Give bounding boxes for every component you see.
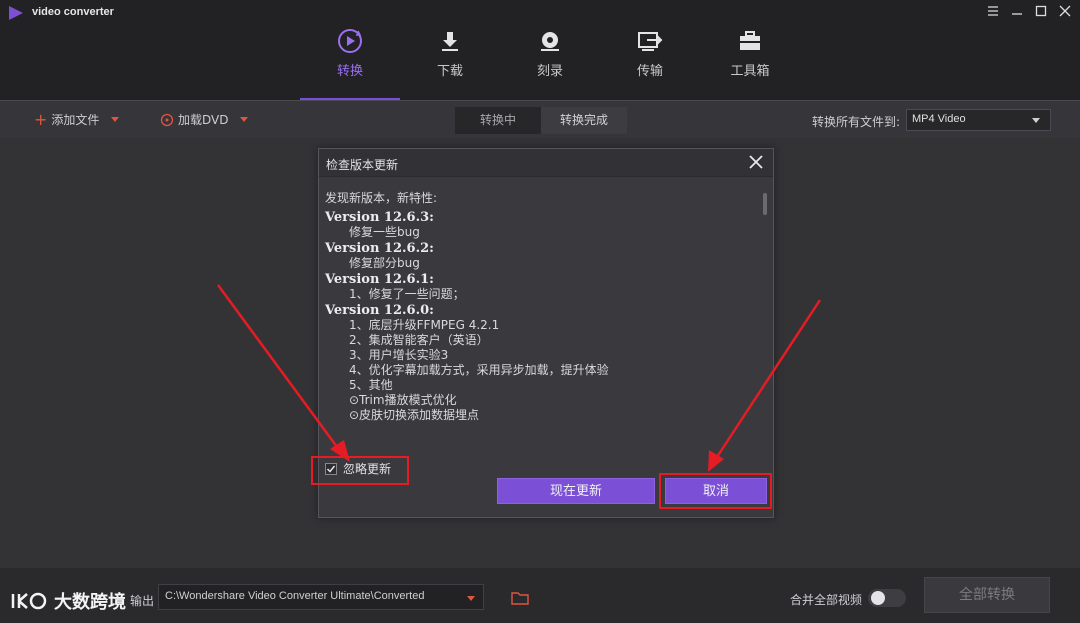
nav-label: 传输 — [636, 64, 663, 79]
output-format-select[interactable]: MP4 Video — [906, 109, 1051, 131]
convert-all-button[interactable]: 全部转换 — [924, 577, 1050, 613]
release-notes: 发现新版本，新特性: Version 12.6.3: 修复一些bug Versi… — [325, 189, 743, 449]
app-logo-icon — [9, 6, 23, 20]
watermark-logo-icon — [11, 592, 47, 610]
transfer-icon — [638, 32, 663, 51]
nav-label: 转换 — [336, 64, 363, 79]
release-note-item: 1、修复了一些问题； — [349, 287, 465, 301]
load-dvd-label: 加载DVD — [178, 113, 229, 127]
nav-burn[interactable]: 刻录 — [500, 26, 600, 100]
release-note-item: 修复部分bug — [349, 256, 420, 270]
nav-transfer[interactable]: 传输 — [600, 26, 700, 100]
bottom-bar: 大数跨境 输出 C:\Wondershare Video Converter U… — [0, 568, 1080, 623]
top-bar: video converter 转换 下载 刻录 传输 工具箱 — [0, 0, 1080, 100]
version-heading: Version 12.6.0: — [325, 303, 434, 318]
merge-all-label: 合并全部视频 — [790, 593, 863, 607]
output-path-select[interactable]: C:\Wondershare Video Converter Ultimate\… — [158, 584, 484, 610]
convert-all-to-label: 转换所有文件到: — [812, 115, 901, 129]
release-intro: 发现新版本，新特性: — [325, 191, 438, 205]
burn-disc-icon — [541, 32, 559, 51]
maximize-icon[interactable] — [1032, 2, 1050, 20]
nav-convert[interactable]: 转换 — [300, 26, 400, 100]
dvd-icon — [160, 113, 174, 126]
output-format-value: MP4 Video — [912, 113, 966, 125]
output-label: 输出 — [130, 594, 155, 608]
close-icon[interactable] — [747, 153, 765, 171]
menu-icon[interactable] — [984, 2, 1002, 20]
watermark: 大数跨境 — [10, 588, 126, 614]
download-icon — [442, 32, 458, 51]
nav-toolbox[interactable]: 工具箱 — [700, 26, 800, 100]
toolbox-icon — [740, 31, 760, 50]
close-icon[interactable] — [1056, 2, 1074, 20]
chevron-down-icon — [1032, 118, 1040, 123]
chevron-down-icon[interactable] — [111, 117, 120, 122]
convert-icon — [338, 29, 362, 53]
release-note-item: ⊙Trim播放模式优化 — [349, 393, 457, 407]
chevron-down-icon — [467, 596, 475, 601]
release-note-item: 修复一些bug — [349, 225, 420, 239]
load-dvd-button[interactable]: 加载DVD — [160, 111, 249, 128]
window-controls — [984, 2, 1074, 20]
annotation-box-ignore — [311, 456, 409, 485]
chevron-down-icon[interactable] — [240, 117, 249, 122]
app-title: video converter — [32, 6, 114, 18]
minimize-icon[interactable] — [1008, 2, 1026, 20]
nav-label: 下载 — [436, 64, 463, 79]
scrollbar-thumb[interactable] — [763, 193, 767, 215]
nav-download[interactable]: 下载 — [400, 26, 500, 100]
nav-label: 刻录 — [536, 64, 563, 79]
annotation-box-cancel — [659, 473, 772, 509]
add-icon: + — [34, 109, 48, 129]
update-now-button[interactable]: 现在更新 — [497, 478, 655, 504]
dialog-title: 检查版本更新 — [326, 158, 399, 172]
watermark-text: 大数跨境 — [54, 592, 126, 613]
release-note-item: 1、底层升级FFMPEG 4.2.1 — [349, 318, 500, 332]
version-heading: Version 12.6.1: — [325, 272, 434, 287]
release-note-item: 4、优化字幕加载方式，采用异步加载，提升体验 — [349, 363, 609, 377]
status-tabs: 转换中 转换完成 — [455, 107, 627, 134]
version-heading: Version 12.6.2: — [325, 241, 434, 256]
release-note-item: 5、其他 — [349, 378, 393, 392]
open-folder-icon[interactable] — [511, 590, 529, 609]
release-note-item: 3、用户增长实验3 — [349, 348, 449, 362]
tab-converting[interactable]: 转换中 — [455, 107, 541, 134]
release-note-item: ⊙皮肤切换添加数据埋点 — [349, 408, 480, 422]
output-path-value: C:\Wondershare Video Converter Ultimate\… — [165, 590, 425, 602]
release-note-item: 2、集成智能客户（英语） — [349, 333, 489, 347]
version-heading: Version 12.6.3: — [325, 210, 434, 225]
merge-all-toggle[interactable] — [868, 589, 906, 607]
nav-label: 工具箱 — [730, 64, 770, 79]
add-files-label: 添加文件 — [51, 113, 100, 127]
tab-converted[interactable]: 转换完成 — [541, 107, 627, 134]
add-files-button[interactable]: + 添加文件 — [34, 109, 120, 129]
dialog-header: 检查版本更新 — [319, 149, 773, 177]
toggle-knob — [871, 591, 885, 605]
toolbar: + 添加文件 加载DVD 转换中 转换完成 转换所有文件到: MP4 Video — [0, 100, 1080, 138]
